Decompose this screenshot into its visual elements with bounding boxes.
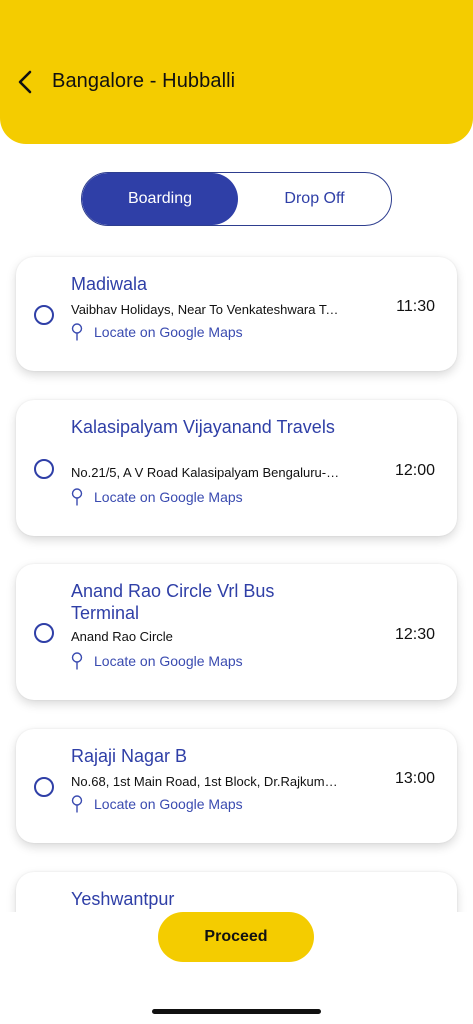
page-title: Bangalore - Hubballi xyxy=(52,70,236,92)
chevron-left-icon xyxy=(18,70,32,94)
stop-time: 11:30 xyxy=(396,298,435,315)
stop-address: No.68, 1st Main Road, 1st Block, Dr.Rajk… xyxy=(71,774,341,789)
stop-name: Yeshwantpur xyxy=(71,889,175,909)
proceed-button[interactable]: Proceed xyxy=(158,912,314,962)
select-radio[interactable] xyxy=(34,305,54,325)
stop-time: 12:00 xyxy=(394,462,435,479)
stop-name: Kalasipalyam Vijayanand Travels xyxy=(71,417,335,437)
tab-boarding[interactable]: Boarding xyxy=(82,173,238,225)
stop-address: Anand Rao Circle xyxy=(71,629,173,644)
location-pin-icon xyxy=(71,795,83,813)
stop-name: Madiwala xyxy=(71,274,148,294)
list-item[interactable]: Yeshwantpur xyxy=(16,872,457,912)
list-item[interactable]: Kalasipalyam Vijayanand Travels No.21/5,… xyxy=(16,400,457,536)
location-pin-icon xyxy=(71,652,83,670)
list-item[interactable]: Rajaji Nagar B No.68, 1st Main Road, 1st… xyxy=(16,729,457,843)
locate-on-maps-label: Locate on Google Maps xyxy=(94,796,243,812)
locate-on-maps-link[interactable]: Locate on Google Maps xyxy=(71,323,243,341)
stop-name: Rajaji Nagar B xyxy=(71,746,188,766)
home-indicator xyxy=(152,1009,321,1014)
stop-time: 12:30 xyxy=(394,626,435,643)
stop-name: Anand Rao Circle Vrl Bus Terminal xyxy=(71,581,275,623)
list-item[interactable]: Anand Rao Circle Vrl Bus Terminal Anand … xyxy=(16,564,457,700)
header-bar: Bangalore - Hubballi xyxy=(0,0,473,144)
locate-on-maps-link[interactable]: Locate on Google Maps xyxy=(71,488,243,506)
boarding-points-list[interactable]: Madiwala Vaibhav Holidays, Near To Venka… xyxy=(0,240,473,912)
back-button[interactable] xyxy=(14,66,40,98)
stop-address: No.21/5, A V Road Kalasipalyam Bengaluru… xyxy=(71,465,341,480)
location-pin-icon xyxy=(71,488,83,506)
locate-on-maps-link[interactable]: Locate on Google Maps xyxy=(71,795,243,813)
stop-time: 13:00 xyxy=(394,770,435,787)
list-item[interactable]: Madiwala Vaibhav Holidays, Near To Venka… xyxy=(16,257,457,371)
location-pin-icon xyxy=(71,323,83,341)
locate-on-maps-label: Locate on Google Maps xyxy=(94,653,243,669)
select-radio[interactable] xyxy=(34,459,54,479)
select-radio[interactable] xyxy=(34,623,54,643)
stop-address: Vaibhav Holidays, Near To Venkateshwara … xyxy=(71,302,341,317)
locate-on-maps-link[interactable]: Locate on Google Maps xyxy=(71,652,243,670)
select-radio[interactable] xyxy=(34,777,54,797)
tab-drop-off[interactable]: Drop Off xyxy=(238,173,391,225)
boarding-dropoff-toggle: Boarding Drop Off xyxy=(81,172,392,226)
locate-on-maps-label: Locate on Google Maps xyxy=(94,324,243,340)
locate-on-maps-label: Locate on Google Maps xyxy=(94,489,243,505)
